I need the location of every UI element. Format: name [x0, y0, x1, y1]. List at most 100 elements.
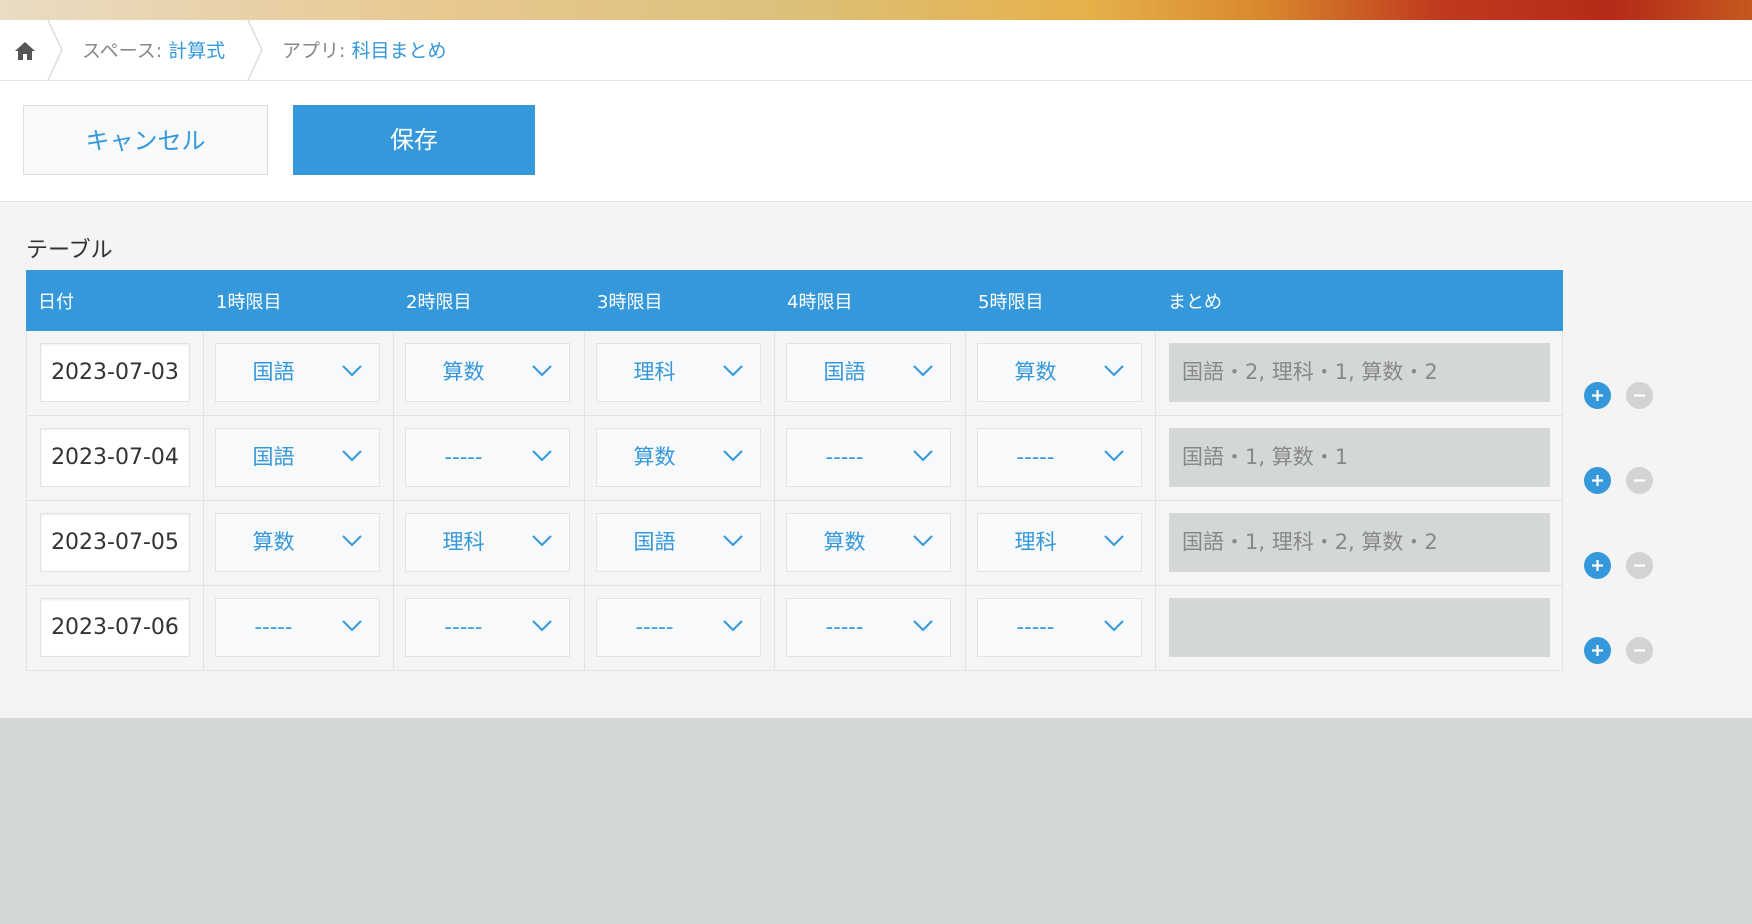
column-divider	[393, 331, 394, 416]
summary-field: 国語・1, 算数・1	[1169, 428, 1550, 487]
period-2-dropdown[interactable]: -----	[405, 428, 570, 487]
period-2-dropdown[interactable]: 理科	[405, 513, 570, 572]
chevron-down-icon	[913, 365, 933, 377]
form-content: テーブル 日付 1時限目 2時限目 3時限目 4時限目 5時限目 まとめ 202…	[0, 202, 1752, 718]
plus-icon	[1592, 475, 1603, 486]
period-5-dropdown[interactable]: 算数	[977, 343, 1142, 402]
date-field[interactable]: 2023-07-05	[40, 513, 190, 572]
summary-field	[1169, 598, 1550, 657]
plus-icon	[1592, 560, 1603, 571]
column-divider	[203, 331, 204, 416]
dropdown-value: 理科	[633, 360, 676, 384]
breadcrumb-space-prefix: スペース:	[82, 40, 169, 62]
column-divider	[965, 416, 966, 501]
dropdown-value: -----	[444, 615, 483, 639]
column-divider	[774, 331, 775, 416]
dropdown-value: -----	[254, 615, 293, 639]
column-divider	[965, 331, 966, 416]
chevron-down-icon	[1104, 450, 1124, 462]
date-field[interactable]: 2023-07-03	[40, 343, 190, 402]
dropdown-value: 算数	[442, 360, 485, 384]
chevron-down-icon	[913, 620, 933, 632]
column-divider	[203, 501, 204, 586]
minus-icon	[1634, 394, 1645, 397]
remove-row-button[interactable]	[1626, 552, 1653, 579]
dropdown-value: -----	[635, 615, 674, 639]
dropdown-value: -----	[1016, 445, 1055, 469]
chevron-down-icon	[723, 365, 743, 377]
period-1-dropdown[interactable]: 国語	[215, 428, 380, 487]
chevron-down-icon	[723, 535, 743, 547]
period-2-dropdown[interactable]: 算数	[405, 343, 570, 402]
dropdown-value: 算数	[1014, 360, 1057, 384]
column-header-date: 日付	[38, 292, 74, 313]
dropdown-value: -----	[825, 615, 864, 639]
chevron-down-icon	[532, 620, 552, 632]
column-divider	[965, 501, 966, 586]
column-divider	[393, 501, 394, 586]
add-row-button[interactable]	[1584, 382, 1611, 409]
date-field[interactable]: 2023-07-04	[40, 428, 190, 487]
remove-row-button[interactable]	[1626, 637, 1653, 664]
date-field[interactable]: 2023-07-06	[40, 598, 190, 657]
column-divider	[584, 501, 585, 586]
column-divider	[1155, 331, 1156, 416]
period-4-dropdown[interactable]: -----	[786, 598, 951, 657]
dropdown-value: -----	[444, 445, 483, 469]
period-3-dropdown[interactable]: 国語	[596, 513, 761, 572]
breadcrumb-space: スペース: 計算式	[82, 36, 225, 63]
period-3-dropdown[interactable]: 理科	[596, 343, 761, 402]
breadcrumb-app-link[interactable]: 科目まとめ	[351, 40, 446, 62]
period-4-dropdown[interactable]: 算数	[786, 513, 951, 572]
dropdown-value: 算数	[633, 445, 676, 469]
add-row-button[interactable]	[1584, 637, 1611, 664]
table-row: 2023-07-06 ----- ----- ----- ----- -----	[26, 586, 1563, 671]
remove-row-button[interactable]	[1626, 467, 1653, 494]
add-row-button[interactable]	[1584, 467, 1611, 494]
plus-icon	[1592, 645, 1603, 656]
dropdown-value: -----	[1016, 615, 1055, 639]
table-row: 2023-07-04 国語 ----- 算数 ----- ----- 国語・1, 算数・1	[26, 416, 1563, 501]
column-divider	[774, 586, 775, 671]
table-field-label: テーブル	[26, 238, 113, 263]
period-2-dropdown[interactable]: -----	[405, 598, 570, 657]
chevron-down-icon	[532, 535, 552, 547]
period-5-dropdown[interactable]: -----	[977, 598, 1142, 657]
minus-icon	[1634, 479, 1645, 482]
action-bar: キャンセル 保存	[0, 81, 1752, 202]
breadcrumb-app-prefix: アプリ:	[282, 40, 352, 62]
remove-row-button[interactable]	[1626, 382, 1653, 409]
cancel-button[interactable]: キャンセル	[23, 105, 268, 175]
column-divider	[1155, 586, 1156, 671]
save-button[interactable]: 保存	[293, 105, 535, 175]
period-5-dropdown[interactable]: -----	[977, 428, 1142, 487]
header-banner-image	[0, 0, 1752, 20]
home-icon[interactable]	[12, 38, 38, 64]
period-1-dropdown[interactable]: 国語	[215, 343, 380, 402]
period-4-dropdown[interactable]: 国語	[786, 343, 951, 402]
chevron-down-icon	[532, 365, 552, 377]
plus-icon	[1592, 390, 1603, 401]
breadcrumb-space-link[interactable]: 計算式	[168, 40, 225, 62]
period-3-dropdown[interactable]: 算数	[596, 428, 761, 487]
period-1-dropdown[interactable]: 算数	[215, 513, 380, 572]
column-header-period-2: 2時限目	[406, 292, 472, 313]
minus-icon	[1634, 564, 1645, 567]
column-divider	[203, 586, 204, 671]
column-divider	[584, 586, 585, 671]
add-row-button[interactable]	[1584, 552, 1611, 579]
column-header-period-3: 3時限目	[597, 292, 663, 313]
table-header: 日付 1時限目 2時限目 3時限目 4時限目 5時限目 まとめ	[26, 270, 1563, 331]
breadcrumb-app: アプリ: 科目まとめ	[282, 36, 446, 63]
period-5-dropdown[interactable]: 理科	[977, 513, 1142, 572]
column-header-period-1: 1時限目	[216, 292, 282, 313]
period-4-dropdown[interactable]: -----	[786, 428, 951, 487]
chevron-down-icon	[532, 450, 552, 462]
chevron-down-icon	[342, 535, 362, 547]
summary-field: 国語・2, 理科・1, 算数・2	[1169, 343, 1550, 402]
chevron-down-icon	[913, 535, 933, 547]
dropdown-value: 国語	[823, 360, 866, 384]
period-1-dropdown[interactable]: -----	[215, 598, 380, 657]
period-3-dropdown[interactable]: -----	[596, 598, 761, 657]
column-divider	[393, 416, 394, 501]
